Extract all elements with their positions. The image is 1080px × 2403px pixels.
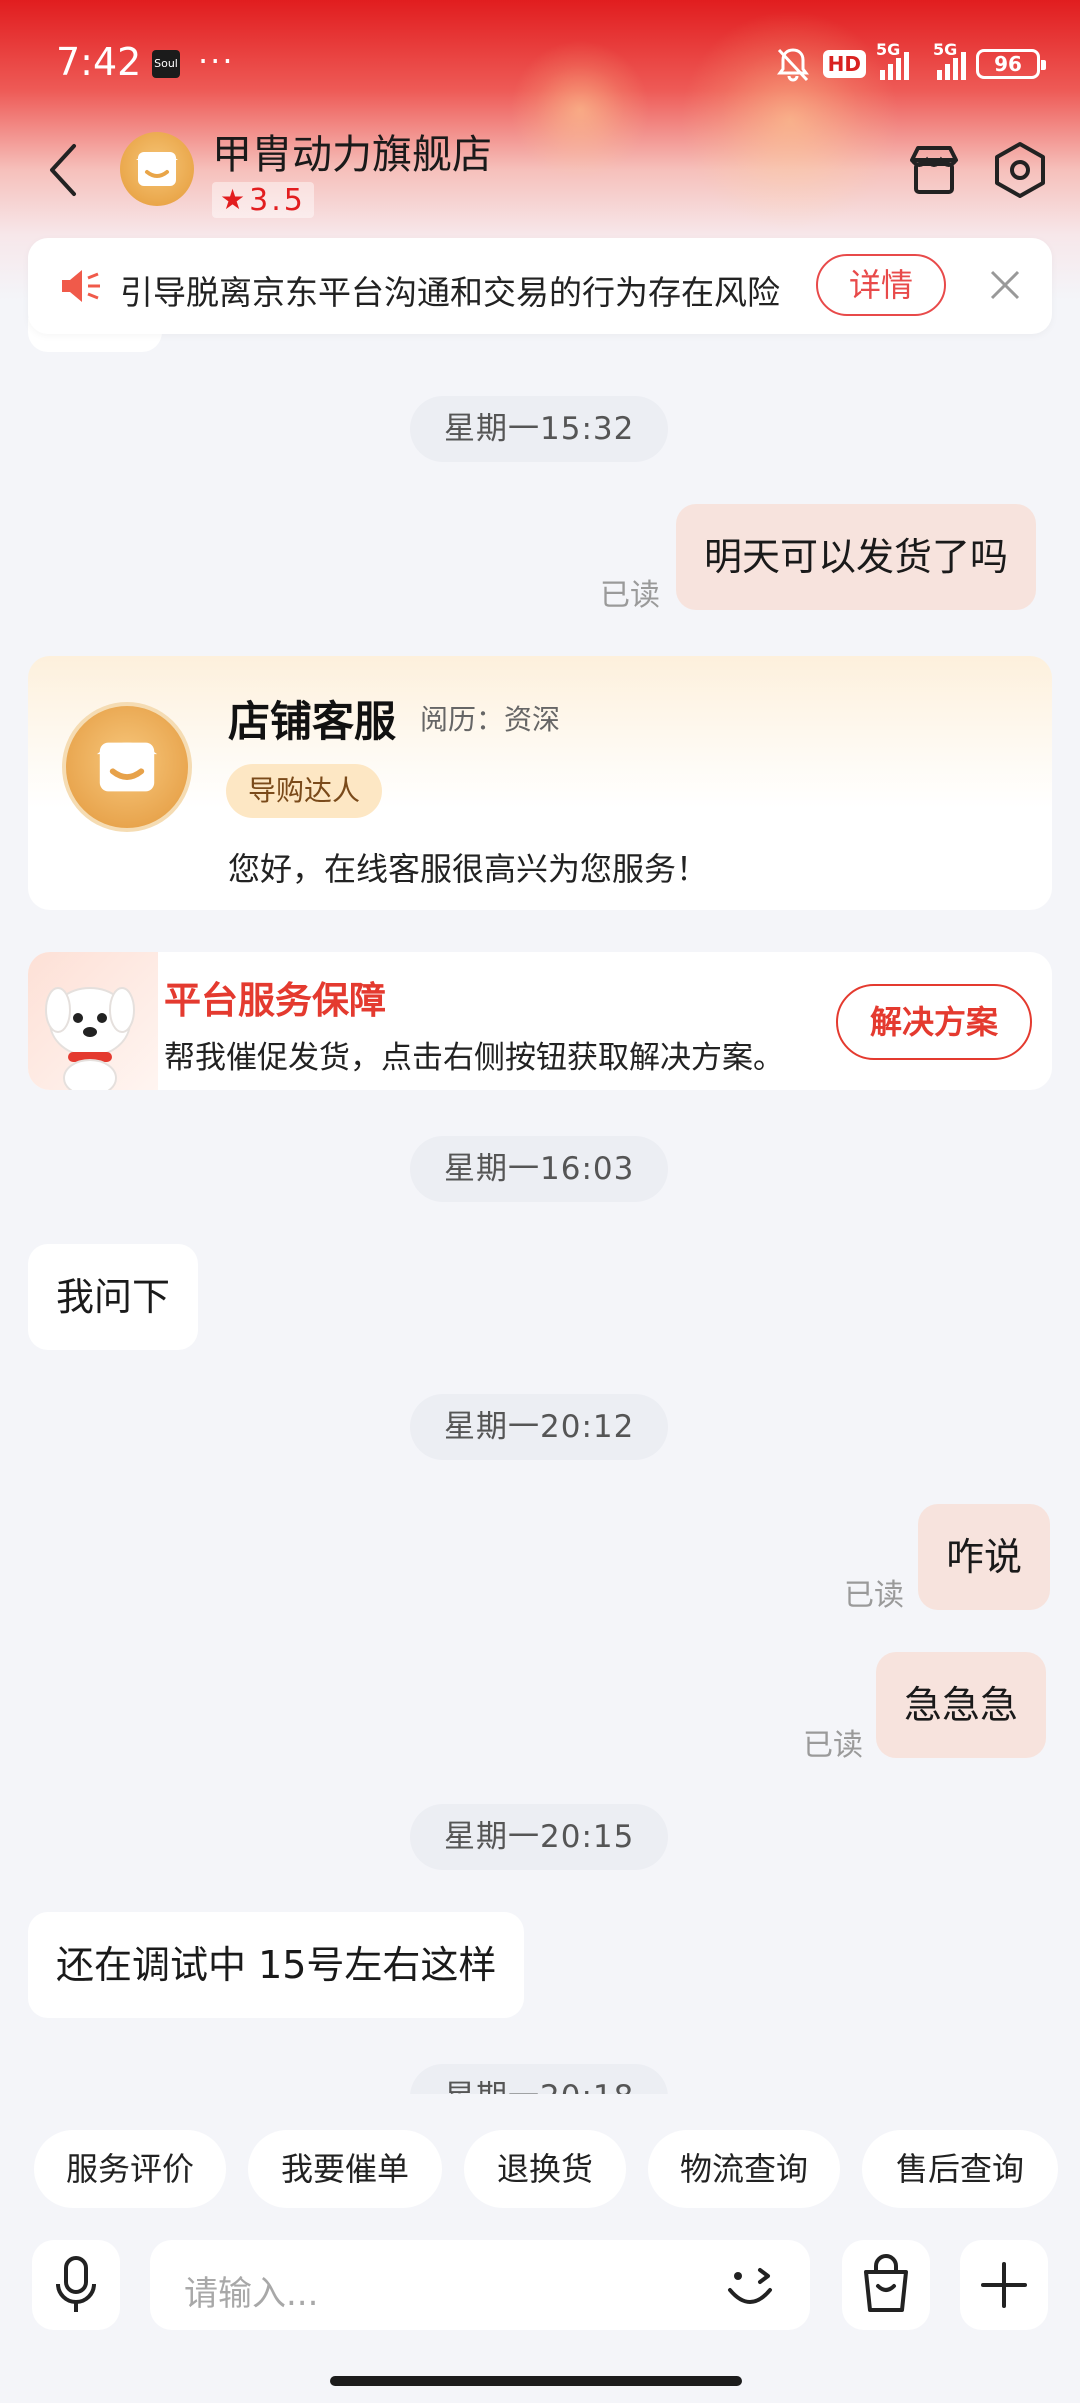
settings-hexagon-icon[interactable] [990,140,1050,200]
dog-mascot-icon [45,987,135,1090]
quick-reply-chip[interactable]: 物流查询 [648,2130,840,2208]
speaker-icon [62,270,100,302]
agent-name: 店铺客服 [228,697,397,746]
shop-rating: ★ 3.5 [212,182,314,218]
read-status: 已读 [803,1728,863,1763]
quick-reply-chip[interactable]: 我要催单 [248,2130,442,2208]
agent-tag: 导购达人 [226,764,383,818]
outgoing-message[interactable]: 明天可以发货了吗 [676,504,1037,610]
back-arrow-icon[interactable] [44,140,84,200]
timestamp: 星期一20:15 [410,1804,669,1870]
close-icon[interactable] [986,266,1024,304]
message-input[interactable]: 请输入... [150,2240,810,2330]
details-button[interactable]: 详情 [816,254,946,316]
quick-reply-chip[interactable]: 售后查询 [862,2130,1058,2208]
timestamp: 星期一15:32 [410,396,669,462]
incoming-message[interactable]: 还在调试中 15号左右这样 [28,1912,525,2018]
warning-text: 引导脱离京东平台沟通和交易的行为存在风险 [120,273,780,312]
shopping-bag-icon [864,2254,908,2312]
platform-service-card: 平台服务保障 帮我催促发货，点击右侧按钮获取解决方案。 解决方案 [28,952,1052,1090]
quick-reply-chip[interactable]: 服务评价 [34,2130,226,2208]
product-button[interactable] [842,2240,930,2330]
rating-value: 3.5 [249,182,306,218]
quick-reply-chip[interactable]: 退换货 [464,2130,626,2208]
more-notifications-icon: ··· [198,42,235,80]
store-icon [96,742,158,792]
shop-name[interactable]: 甲胄动力旗舰店 [212,122,492,180]
battery-indicator: 96 [976,49,1046,79]
input-placeholder: 请输入... [184,2274,319,2314]
voice-button[interactable] [32,2240,120,2330]
mascot-image [28,952,158,1090]
outgoing-message[interactable]: 咋说 [918,1504,1051,1610]
platform-description: 帮我催促发货，点击右侧按钮获取解决方案。 [164,1040,784,1076]
status-icons: HD 5G 5G 96 [773,40,1046,86]
store-icon [136,152,178,186]
status-bar: 7:42 Soul ··· HD 5G 5G 96 [0,0,1080,130]
plus-icon [981,2262,1027,2308]
microphone-icon [56,2256,96,2312]
agent-experience: 阅历：资深 [420,703,561,736]
read-status: 已读 [600,578,660,613]
platform-title: 平台服务保障 [164,979,386,1022]
storefront-icon[interactable] [904,142,964,198]
timestamp: 星期一20:12 [410,1394,669,1460]
agent-info-card: 店铺客服 阅历：资深 导购达人 您好，在线客服很高兴为您服务！ [28,656,1052,910]
outgoing-message[interactable]: 急急急 [876,1652,1047,1758]
agent-greeting: 您好，在线客服很高兴为您服务！ [228,850,709,888]
timestamp: 星期一16:03 [410,1136,669,1202]
read-status: 已读 [844,1578,904,1613]
more-actions-button[interactable] [960,2240,1048,2330]
risk-warning-banner: 引导脱离京东平台沟通和交易的行为存在风险 详情 [28,238,1052,334]
agent-avatar [62,702,192,832]
input-bar: 请输入... [0,2214,1080,2403]
soul-app-icon: Soul [152,50,180,78]
home-indicator[interactable] [330,2376,742,2386]
hd-voice-badge: HD [822,50,866,78]
shop-avatar[interactable] [120,132,194,206]
signal-icon: 5G [933,40,966,80]
emoji-icon[interactable] [720,2258,780,2314]
bell-off-icon [776,48,809,82]
quick-reply-bar: 服务评价 我要催单 退换货 物流查询 售后查询 [0,2094,1080,2214]
star-icon: ★ [220,183,246,216]
status-time: 7:42 [56,40,142,84]
signal-icon: 5G [876,40,909,80]
incoming-message[interactable]: 我问下 [28,1244,199,1350]
solution-button[interactable]: 解决方案 [836,984,1032,1060]
